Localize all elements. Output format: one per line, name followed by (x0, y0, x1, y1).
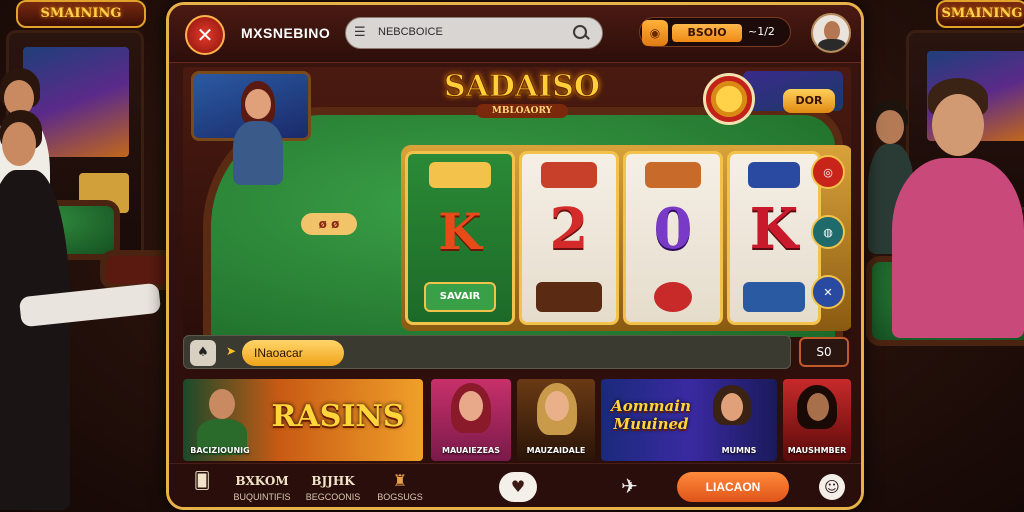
slot-game-area[interactable]: SADAISO MBLOAORY DOR ø ø K SAVAIR 2 0 K … (183, 67, 851, 337)
slot-reels: K SAVAIR 2 0 K ◎ ◍ ✕ (401, 145, 851, 331)
bet-button[interactable]: S0 (799, 337, 849, 367)
side-button-bottom[interactable]: ✕ (811, 275, 845, 309)
reel-1-symbol: K (438, 202, 482, 261)
promo-portrait-5 (795, 385, 839, 445)
smiley-icon[interactable]: ☺ (819, 474, 845, 500)
top-bar: ✕ MXSNEBINO ☰ NEBCBOICE ◉ BSOIO ~1/2 (169, 5, 861, 63)
reel-2-bottom-icon (536, 282, 602, 312)
reel-1: K SAVAIR (405, 151, 515, 325)
dice-label: ø ø (301, 213, 357, 235)
nav-rook-icon: ♜ (392, 471, 408, 490)
bottom-navigation: 🂠 BXKOM BUQUINTIFIS BJJHK BEGCOONIS ♜ BO… (169, 463, 861, 507)
search-icon[interactable] (572, 24, 590, 42)
cta-button[interactable]: LIACAON (677, 472, 789, 502)
left-person-2 (0, 110, 162, 510)
reel-4-symbol: K (749, 196, 799, 262)
game-subtitle: MBLOAORY (476, 104, 568, 118)
nav-item-bxkom[interactable]: BXKOM BUQUINTIFIS (227, 472, 297, 502)
nav-item-bjjhk[interactable]: BJJHK BEGCOONIS (303, 472, 363, 502)
side-button-top[interactable]: ◎ (811, 155, 845, 189)
casino-app-window: ✕ MXSNEBINO ☰ NEBCBOICE ◉ BSOIO ~1/2 SAD… (166, 2, 864, 510)
promo-caption-4: MUMNS (721, 446, 757, 455)
reel-3: 0 (623, 151, 723, 325)
promo-card-rasins[interactable]: RASINS BACIZIOUNIG (183, 379, 423, 461)
search-placeholder: NEBCBOICE (378, 26, 443, 38)
promo-caption-2: MAUAIEZEAS (441, 446, 500, 455)
status-label[interactable]: INaoacar (242, 340, 344, 366)
promo-caption-5: MAUSHMBER (787, 446, 847, 455)
nav-item-bxkom-title: BXKOM (235, 474, 289, 488)
coin-icon: ◉ (642, 20, 668, 46)
reel-2: 2 (519, 151, 619, 325)
reel-1-top-icon (428, 162, 492, 188)
nav-home[interactable]: 🂠 (187, 472, 217, 492)
search-input[interactable]: ☰ NEBCBOICE (345, 17, 603, 49)
promo-caption-3: MAUZAIDALE (526, 446, 586, 455)
reel-2-top-icon (540, 162, 598, 188)
promo-card-2[interactable]: MAUAIEZEAS (431, 379, 511, 461)
promo-card-5[interactable]: MAUSHMBER (783, 379, 851, 461)
nav-card-icon: 🂠 (193, 471, 211, 490)
reel-2-symbol: 2 (549, 196, 589, 262)
promo-portrait-3 (533, 383, 581, 453)
promo-portrait-2 (447, 383, 495, 453)
reel-3-bottom-icon (654, 282, 692, 312)
plane-icon[interactable]: ✈ (621, 474, 638, 498)
user-avatar[interactable] (811, 13, 851, 53)
reel-4: K (727, 151, 821, 325)
promo-portrait-4 (709, 385, 755, 445)
promo-card-4[interactable]: Aommain Muuined MUMNS (601, 379, 777, 461)
x-logo-icon[interactable]: ✕ (185, 15, 225, 55)
wallet-delta: ~1/2 (748, 25, 775, 38)
arrow-icon: ➤ (226, 344, 237, 358)
game-title-text: SADAISO (443, 69, 601, 105)
heart-icon[interactable]: ♥ (499, 472, 537, 502)
nav-item-bogsugs-label: BOGSUGS (377, 492, 423, 502)
right-marquee: SMAINING (936, 0, 1024, 28)
status-bar: ♠ ➤ INaoacar (183, 335, 791, 369)
nav-item-bjjhk-title: BJJHK (311, 474, 355, 488)
left-marquee: SMAINING (16, 0, 146, 28)
reel-4-bottom-icon (743, 282, 805, 312)
right-person-2 (892, 78, 1024, 338)
reel-3-top-icon (644, 162, 702, 188)
nav-item-bxkom-label: BUQUINTIFIS (233, 492, 291, 502)
top-pill-button[interactable]: DOR (783, 89, 835, 113)
wallet-balance[interactable]: ◉ BSOIO ~1/2 (639, 17, 791, 47)
search-filter-icon: ☰ (354, 25, 366, 40)
reel-3-symbol: 0 (653, 196, 693, 262)
promo-caption: BACIZIOUNIG (190, 446, 250, 455)
promo-title: RASINS (271, 399, 405, 434)
game-title: SADAISO MBLOAORY (427, 69, 617, 131)
promo-card-3[interactable]: MAUZAIDALE (517, 379, 595, 461)
side-button-middle[interactable]: ◍ (811, 215, 845, 249)
promo-portrait (197, 385, 247, 455)
wallet-amount: BSOIO (672, 24, 742, 42)
reel-4-top-icon (747, 162, 801, 188)
reel-1-bottom-label: SAVAIR (423, 282, 497, 312)
nav-item-bogsugs[interactable]: ♜ BOGSUGS (373, 471, 427, 503)
brand-name: MXSNEBINO (241, 25, 331, 41)
card-icon[interactable]: ♠ (190, 340, 216, 366)
casino-chip-icon (703, 73, 755, 125)
promo-title-4: Aommain Muuined (611, 397, 691, 433)
nav-item-bjjhk-label: BEGCOONIS (305, 492, 361, 502)
dealer-figure (223, 77, 293, 187)
